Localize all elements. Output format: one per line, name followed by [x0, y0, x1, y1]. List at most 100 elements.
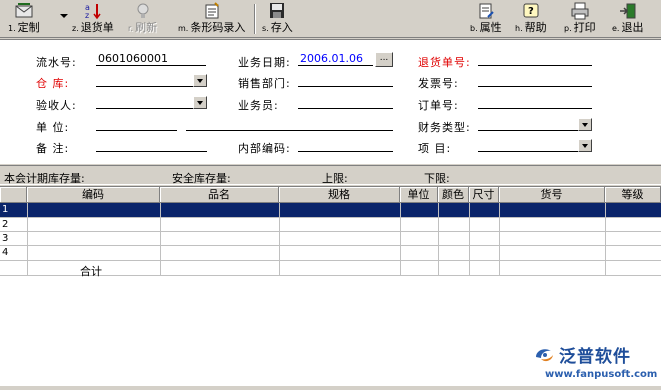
col-header-item-no[interactable]: 货号 — [499, 187, 605, 203]
col-header-unit[interactable]: 单位 — [400, 187, 438, 203]
lightbulb-icon — [137, 3, 149, 18]
help-question-icon: ? — [523, 3, 539, 18]
floppy-disk-icon — [270, 3, 285, 18]
document-edit-icon — [479, 3, 494, 19]
svg-text:z: z — [85, 11, 89, 20]
col-header-size[interactable]: 尺寸 — [469, 187, 499, 203]
safety-stock-label: 安全库存量: — [172, 172, 231, 185]
project-select[interactable] — [478, 139, 592, 152]
unit-label: 单 位: — [36, 121, 70, 134]
clerk-field[interactable] — [298, 95, 393, 109]
serial-field[interactable]: 0601060001 — [96, 52, 206, 66]
return-doc-button[interactable]: a z z. 退货单 — [72, 2, 114, 36]
serial-label: 流水号: — [36, 56, 77, 69]
exit-door-icon — [619, 3, 636, 19]
save-button[interactable]: s. 存入 — [262, 2, 293, 36]
customize-dropdown-icon[interactable] — [60, 14, 68, 18]
biz-date-label: 业务日期: — [238, 56, 291, 69]
period-stock-label: 本会计期库存量: — [4, 172, 85, 185]
grid-header: 编码 品名 规格 单位 颜色 尺寸 货号 等级 — [0, 187, 661, 203]
toolbar: 1. 定制 a z z. 退货单 r. 刷新 m. 条形码录入 s. 存入 b.… — [0, 0, 661, 38]
grid-line — [469, 203, 470, 276]
row-number: 3 — [2, 233, 9, 244]
customize-button[interactable]: 1. 定制 — [8, 2, 40, 36]
project-label: 项 目: — [418, 142, 452, 155]
brand-name: 泛普软件 — [559, 347, 631, 367]
chevron-down-icon[interactable] — [193, 96, 207, 109]
sales-dept-label: 销售部门: — [238, 77, 291, 90]
unit-name-field[interactable] — [186, 117, 393, 131]
remark-label: 备 注: — [36, 142, 70, 155]
total-label: 合计 — [80, 265, 102, 278]
warehouse-select[interactable] — [96, 74, 207, 87]
upper-limit-label: 上限: — [322, 172, 348, 185]
remark-field[interactable] — [96, 138, 207, 152]
refresh-button[interactable]: r. 刷新 — [128, 2, 157, 36]
grid-line — [27, 203, 28, 276]
invoice-field[interactable] — [478, 73, 592, 87]
row-indicator-header — [0, 187, 27, 203]
invoice-label: 发票号: — [418, 77, 459, 90]
chevron-down-icon[interactable] — [578, 139, 592, 152]
grid-line — [0, 231, 661, 232]
table-row[interactable]: 2 — [0, 218, 661, 232]
table-row[interactable]: 3 — [0, 232, 661, 246]
biz-date-field[interactable]: 2006.01.06 — [298, 52, 373, 66]
order-no-field[interactable] — [478, 95, 592, 109]
col-header-code[interactable]: 编码 — [27, 187, 160, 203]
return-no-label: 退货单号: — [418, 56, 471, 69]
clerk-label: 业务员: — [238, 99, 279, 112]
help-button[interactable]: ? h. 帮助 — [515, 2, 547, 36]
warehouse-label: 仓 库: — [36, 77, 70, 90]
grid-line — [0, 260, 661, 261]
return-order-window: 1. 定制 a z z. 退货单 r. 刷新 m. 条形码录入 s. 存入 b.… — [0, 0, 661, 390]
row-number: 4 — [2, 247, 9, 258]
internal-code-label: 内部编码: — [238, 142, 291, 155]
chevron-down-icon[interactable] — [578, 118, 592, 131]
grid-line — [160, 203, 161, 276]
toolbar-separator — [254, 4, 256, 34]
properties-button[interactable]: b. 属性 — [470, 2, 502, 36]
barcode-form-icon — [205, 2, 219, 19]
envelope-icon — [15, 3, 33, 18]
brand-logo: 泛普软件 — [533, 342, 631, 367]
svg-text:?: ? — [528, 6, 534, 17]
inspector-select[interactable] — [96, 96, 207, 109]
finance-type-label: 财务类型: — [418, 121, 471, 134]
col-header-name[interactable]: 品名 — [160, 187, 279, 203]
col-header-color[interactable]: 颜色 — [438, 187, 469, 203]
grid-line — [605, 203, 606, 276]
col-header-spec[interactable]: 规格 — [279, 187, 400, 203]
exit-button[interactable]: e. 退出 — [612, 2, 643, 36]
col-header-grade[interactable]: 等级 — [605, 187, 661, 203]
table-row[interactable]: 4 — [0, 246, 661, 260]
printer-icon — [571, 2, 589, 20]
grid-line — [0, 217, 661, 218]
unit-code-field[interactable] — [96, 117, 177, 131]
header-form: 流水号: 0601060001 业务日期: 2006.01.06 ... 退货单… — [0, 39, 661, 164]
barcode-entry-button[interactable]: m. 条形码录入 — [178, 2, 245, 36]
lower-limit-label: 下限: — [424, 172, 450, 185]
date-picker-button[interactable]: ... — [375, 52, 393, 67]
grid-line — [438, 203, 439, 276]
grid-line — [400, 203, 401, 276]
return-no-field[interactable] — [478, 52, 592, 66]
bottom-border — [0, 386, 661, 390]
order-no-label: 订单号: — [418, 99, 459, 112]
grid-line — [499, 203, 500, 276]
print-button[interactable]: p. 打印 — [564, 2, 596, 36]
stock-info-bar: 本会计期库存量: 安全库存量: 上限: 下限: — [0, 165, 661, 185]
chevron-down-icon[interactable] — [193, 74, 207, 87]
internal-code-field[interactable] — [298, 138, 393, 152]
finance-type-select[interactable] — [478, 118, 592, 131]
sales-dept-field[interactable] — [298, 73, 393, 87]
inspector-label: 验收人: — [36, 99, 77, 112]
row-number: 2 — [2, 219, 9, 230]
grid-line — [279, 203, 280, 276]
row-number: 1 — [2, 204, 9, 215]
table-row[interactable]: 1 — [0, 203, 661, 217]
sort-az-icon: a z — [85, 3, 101, 20]
grid-line — [0, 245, 661, 246]
brand-url: www.fanpusoft.com — [545, 369, 658, 380]
fanpu-logo-icon — [536, 348, 553, 361]
